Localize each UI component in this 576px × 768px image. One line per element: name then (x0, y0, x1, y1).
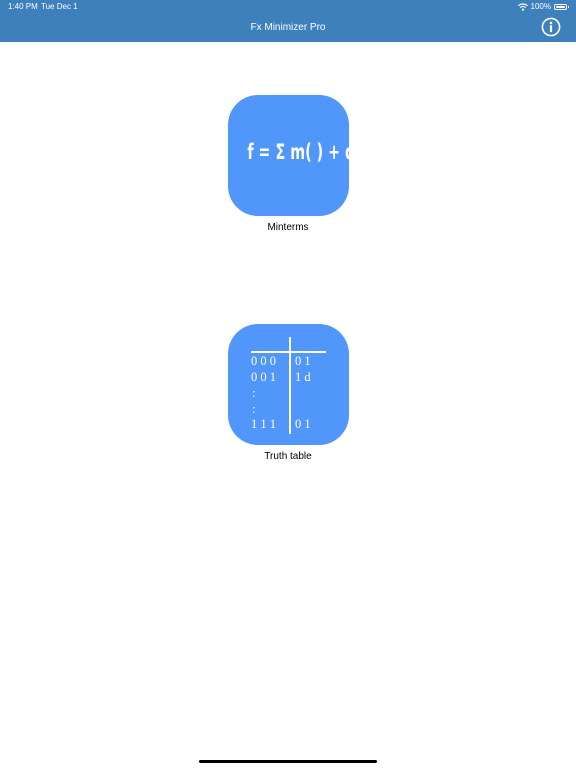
truth-table-input-row: : (252, 386, 256, 400)
info-icon[interactable] (541, 17, 561, 37)
status-date: Tue Dec 1 (41, 2, 78, 11)
truth-table-label: Truth table (264, 451, 312, 462)
truth-table-output-row: 0 1 (295, 417, 311, 431)
truth-table-input-row: 0 0 1 (251, 370, 276, 384)
truth-table-input-row: : (252, 402, 256, 416)
minterms-button[interactable]: f = Σ m( ) + d( ) (228, 95, 349, 216)
wifi-icon (517, 0, 528, 16)
truth-table-output-row: 1 d (295, 370, 311, 384)
battery-percent: 100% (530, 2, 551, 11)
navigation-bar: 1:40 PM Tue Dec 1 100% Fx Minimizer Pro (0, 0, 576, 42)
status-time: 1:40 PM (8, 2, 38, 11)
status-indicators: 100% (517, 2, 569, 12)
truth-table-output-row: 0 1 (295, 354, 311, 368)
truth-table-input-row: 1 1 1 (251, 417, 276, 431)
battery-icon (554, 4, 569, 10)
battery-fill (556, 6, 565, 8)
page-title: Fx Minimizer Pro (250, 22, 326, 33)
truth-table-input-row: 0 0 0 (251, 354, 276, 368)
minterms-label: Minterms (267, 222, 309, 233)
home-indicator[interactable] (199, 760, 377, 763)
minterms-formula-icon: f = Σ m( ) + d( ) (247, 140, 349, 164)
truth-table-divider-horizontal (251, 351, 326, 353)
